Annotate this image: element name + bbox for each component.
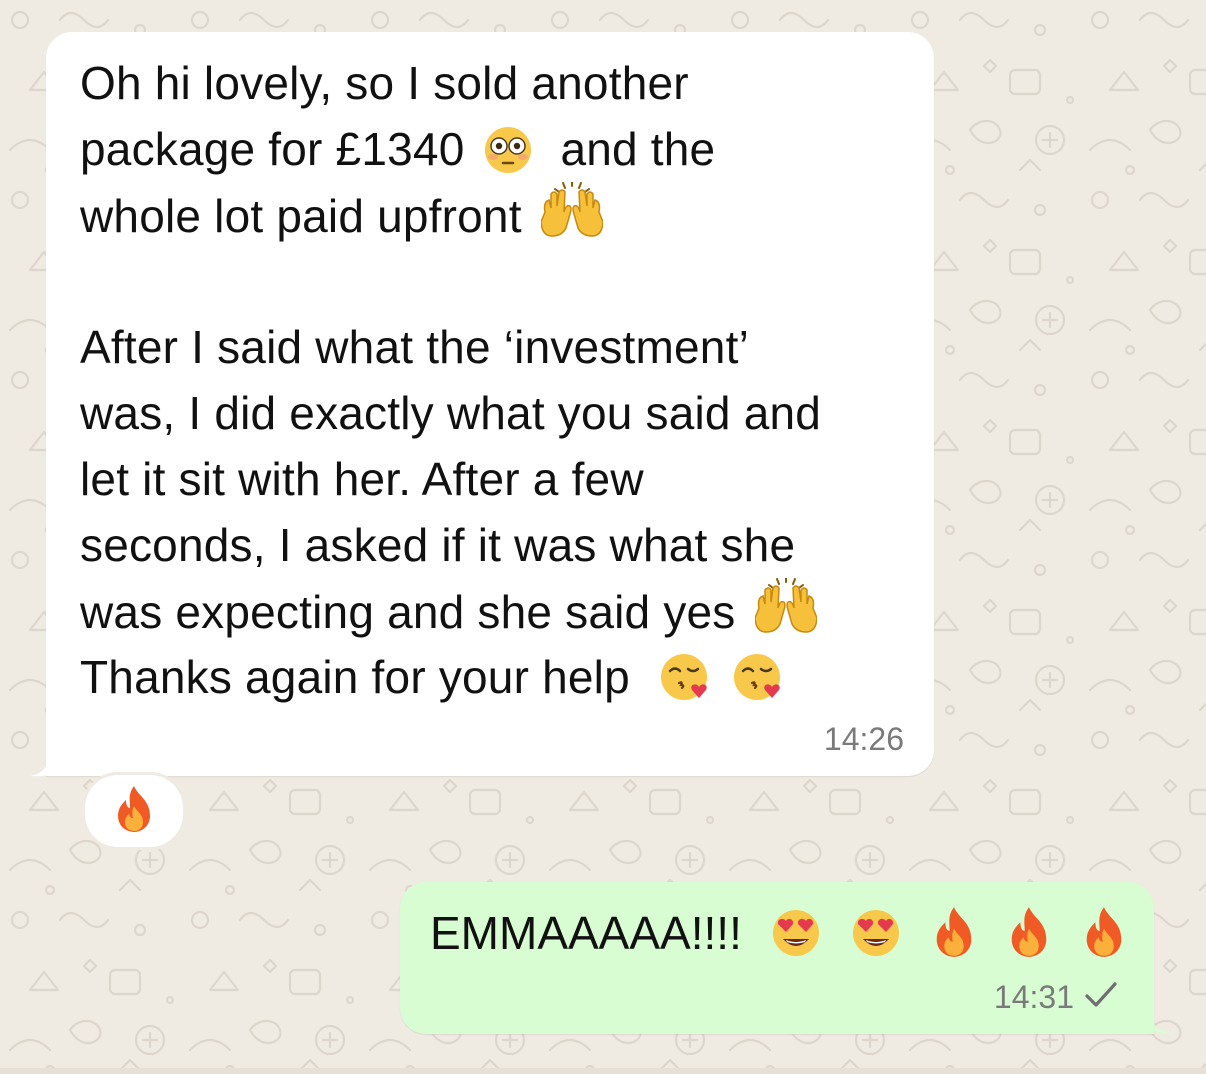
message-timestamp: 14:31 <box>993 979 1074 1015</box>
message-line: seconds, I asked if it was what she <box>80 519 796 571</box>
smiling-face-with-heart-eyes-icon <box>769 907 823 976</box>
raising-hands-icon <box>539 181 604 259</box>
outgoing-meta: 14:31 <box>994 979 1118 1016</box>
outgoing-message-text: EMMAAAAA!!!! <box>430 900 1128 976</box>
message-line: let it sit with her. After a few <box>80 453 644 505</box>
fire-icon <box>930 905 978 976</box>
face-blowing-kiss-icon <box>732 651 786 720</box>
outgoing-bubble-tail <box>1150 1006 1176 1035</box>
single-check-icon <box>1084 981 1118 1014</box>
message-line: was, I did exactly what you said and <box>80 387 822 439</box>
smiling-face-with-heart-eyes-icon <box>849 907 903 976</box>
message-timestamp: 14:26 <box>823 721 904 757</box>
message-line: package for £1340 and the <box>80 116 920 182</box>
outgoing-message-bubble[interactable]: EMMAAAAA!!!! 14:31 <box>400 882 1154 1034</box>
fire-icon <box>1005 905 1053 976</box>
message-line: was expecting and she said yes <box>80 577 920 644</box>
incoming-message-bubble[interactable]: Oh hi lovely, so I sold another package … <box>46 32 934 776</box>
face-blowing-kiss-icon <box>659 651 713 720</box>
message-reaction[interactable] <box>82 772 186 850</box>
incoming-message-text: Oh hi lovely, so I sold another package … <box>80 50 920 710</box>
fire-icon <box>1080 905 1128 976</box>
message-line: After I said what the ‘investment’ <box>80 321 749 373</box>
bottom-edge <box>0 1068 1206 1074</box>
message-line: whole lot paid upfront <box>80 181 920 248</box>
message-line: Oh hi lovely, so I sold another <box>80 57 689 109</box>
fire-icon <box>112 784 156 839</box>
